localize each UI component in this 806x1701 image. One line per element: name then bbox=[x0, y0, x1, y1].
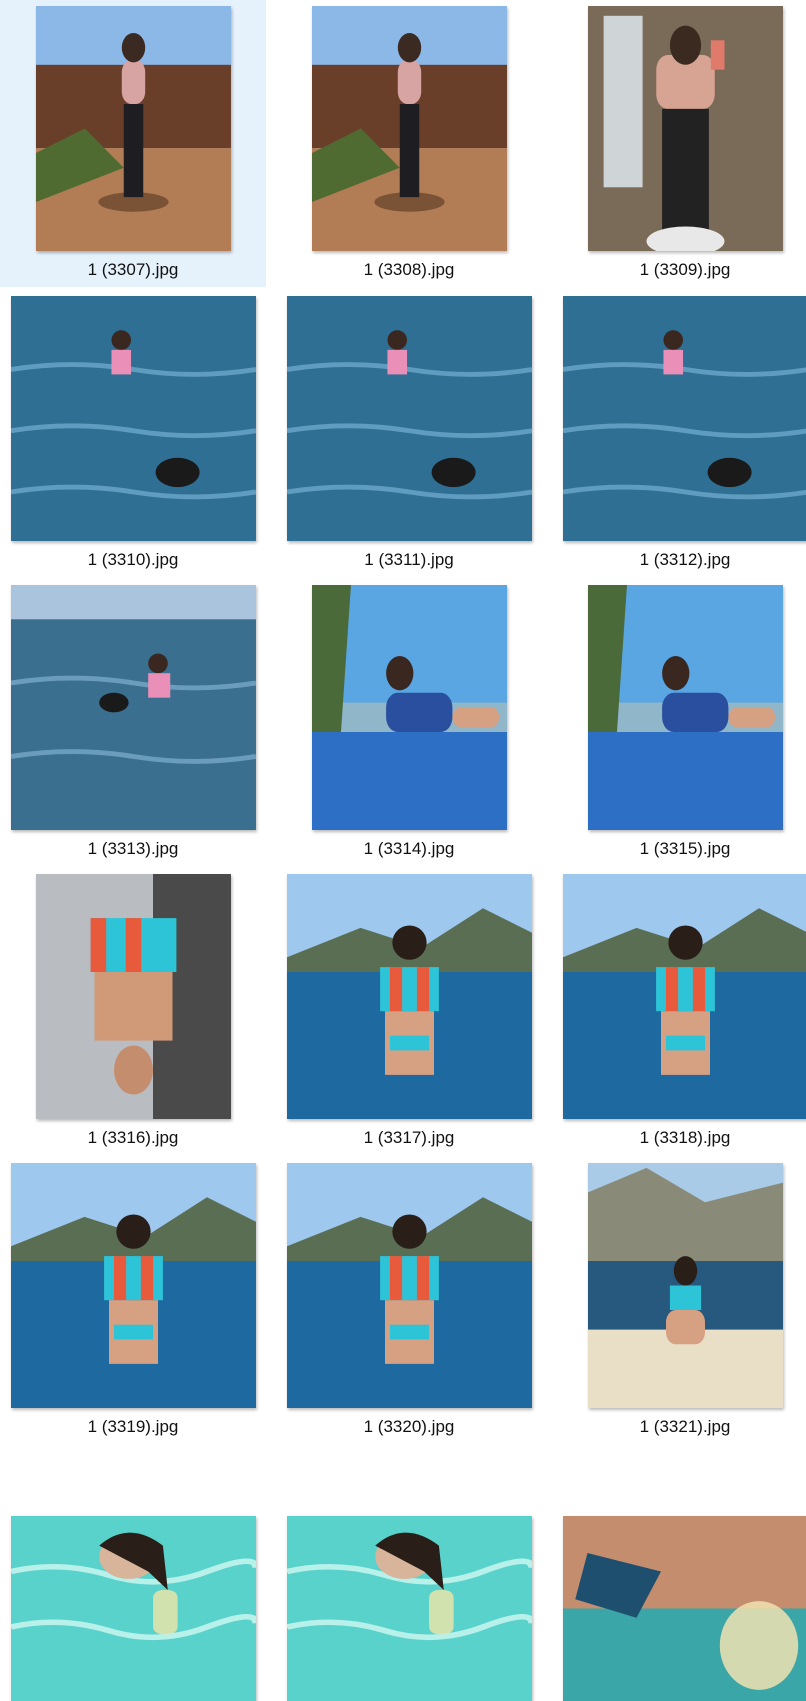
image-thumbnail[interactable] bbox=[312, 585, 507, 830]
image-thumbnail[interactable] bbox=[36, 6, 231, 251]
image-thumbnail[interactable] bbox=[36, 874, 231, 1119]
file-item[interactable]: 1 (3320).jpg bbox=[276, 1157, 542, 1444]
image-thumbnail[interactable] bbox=[287, 296, 532, 541]
image-thumbnail[interactable] bbox=[11, 296, 256, 541]
image-thumbnail[interactable] bbox=[287, 1516, 532, 1701]
file-name-label: 1 (3316).jpg bbox=[87, 1128, 179, 1147]
image-thumbnail[interactable] bbox=[11, 1516, 256, 1701]
file-name-label: 1 (3321).jpg bbox=[639, 1417, 731, 1436]
file-name-label: 1 (3310).jpg bbox=[87, 550, 179, 569]
image-thumbnail[interactable] bbox=[287, 874, 532, 1119]
file-name-label: 1 (3307).jpg bbox=[87, 260, 179, 279]
file-name-label: 1 (3315).jpg bbox=[639, 839, 731, 858]
file-item[interactable]: 1 (3309).jpg bbox=[552, 0, 806, 287]
file-item[interactable] bbox=[276, 1446, 542, 1701]
file-item[interactable]: 1 (3315).jpg bbox=[552, 579, 806, 866]
image-thumbnail[interactable] bbox=[563, 874, 806, 1119]
image-thumbnail[interactable] bbox=[588, 1163, 783, 1408]
image-thumbnail[interactable] bbox=[11, 1163, 256, 1408]
file-name-label: 1 (3312).jpg bbox=[639, 550, 731, 569]
file-name-label: 1 (3308).jpg bbox=[363, 260, 455, 279]
image-thumbnail[interactable] bbox=[588, 6, 783, 251]
file-item[interactable]: 1 (3307).jpg bbox=[0, 0, 266, 287]
image-thumbnail[interactable] bbox=[287, 1163, 532, 1408]
file-item[interactable]: 1 (3316).jpg bbox=[0, 868, 266, 1155]
file-item[interactable]: 1 (3308).jpg bbox=[276, 0, 542, 287]
file-item[interactable] bbox=[552, 1446, 806, 1701]
file-name-label: 1 (3317).jpg bbox=[363, 1128, 455, 1147]
image-thumbnail[interactable] bbox=[563, 296, 806, 541]
file-thumbnail-grid: 1 (3307).jpg 1 (3308).jpg 1 (3309).jpg 1… bbox=[0, 0, 806, 1701]
file-item[interactable]: 1 (3310).jpg bbox=[0, 290, 266, 577]
file-item[interactable]: 1 (3311).jpg bbox=[276, 290, 542, 577]
file-item[interactable] bbox=[0, 1446, 266, 1701]
file-name-label: 1 (3320).jpg bbox=[363, 1417, 455, 1436]
image-thumbnail[interactable] bbox=[563, 1516, 806, 1701]
image-thumbnail[interactable] bbox=[588, 585, 783, 830]
image-thumbnail[interactable] bbox=[11, 585, 256, 830]
file-name-label: 1 (3318).jpg bbox=[639, 1128, 731, 1147]
file-item[interactable]: 1 (3321).jpg bbox=[552, 1157, 806, 1444]
file-item[interactable]: 1 (3317).jpg bbox=[276, 868, 542, 1155]
file-name-label: 1 (3311).jpg bbox=[364, 550, 454, 569]
file-name-label: 1 (3319).jpg bbox=[87, 1417, 179, 1436]
file-name-label: 1 (3314).jpg bbox=[363, 839, 455, 858]
file-item[interactable]: 1 (3313).jpg bbox=[0, 579, 266, 866]
file-item[interactable]: 1 (3314).jpg bbox=[276, 579, 542, 866]
file-name-label: 1 (3309).jpg bbox=[639, 260, 731, 279]
file-name-label: 1 (3313).jpg bbox=[87, 839, 179, 858]
file-item[interactable]: 1 (3312).jpg bbox=[552, 290, 806, 577]
image-thumbnail[interactable] bbox=[312, 6, 507, 251]
file-item[interactable]: 1 (3319).jpg bbox=[0, 1157, 266, 1444]
file-item[interactable]: 1 (3318).jpg bbox=[552, 868, 806, 1155]
